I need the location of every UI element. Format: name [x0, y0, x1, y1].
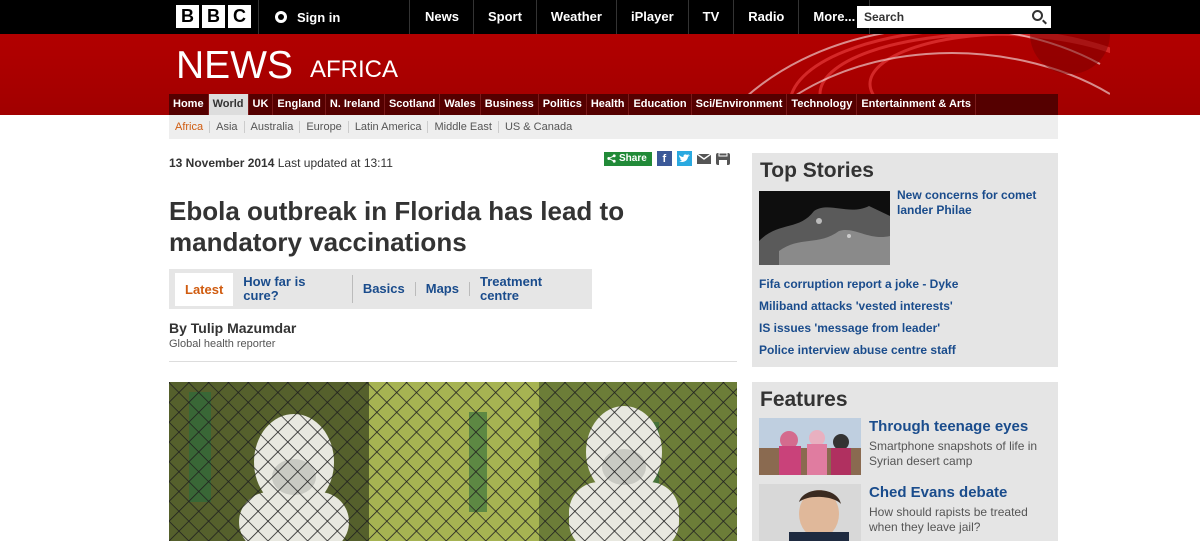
share-icon — [607, 154, 616, 163]
author-name: By Tulip Mazumdar — [169, 320, 297, 336]
section-nav: Home World UK England N. Ireland Scotlan… — [169, 94, 1058, 115]
secnav-england[interactable]: England — [273, 94, 326, 115]
nav-sport[interactable]: Sport — [474, 0, 537, 34]
top-story-link[interactable]: Miliband attacks 'vested interests' — [759, 298, 958, 320]
twitter-icon[interactable] — [676, 151, 692, 166]
secnav-home[interactable]: Home — [169, 94, 209, 115]
email-icon[interactable] — [696, 153, 711, 164]
comet-image — [759, 191, 890, 265]
tab-latest[interactable]: Latest — [175, 272, 234, 306]
top-stories-panel: Top Stories New concerns for comet lande… — [752, 153, 1058, 367]
feature-thumbnail — [759, 484, 861, 541]
features-title: Features — [760, 388, 848, 411]
last-updated: Last updated at 13:11 — [277, 156, 393, 170]
secnav-world[interactable]: World — [208, 94, 249, 115]
user-icon — [275, 11, 287, 23]
feature-title[interactable]: Through teenage eyes — [869, 418, 1028, 435]
hero-image — [169, 382, 737, 541]
share-tools: Share f — [604, 151, 730, 166]
subnav-asia[interactable]: Asia — [210, 121, 245, 133]
tab-basics[interactable]: Basics — [353, 282, 416, 296]
secnav-entertainment-arts[interactable]: Entertainment & Arts — [857, 94, 976, 115]
subnav-latin-america[interactable]: Latin America — [349, 121, 429, 133]
article-date: 13 November 2014 Last updated at 13:11 — [169, 156, 393, 170]
subnav-africa[interactable]: Africa — [169, 121, 211, 133]
top-story-link[interactable]: IS issues 'message from leader' — [759, 320, 958, 342]
share-label: Share — [619, 152, 647, 164]
secnav-n-ireland[interactable]: N. Ireland — [326, 94, 385, 115]
subnav-us-canada[interactable]: US & Canada — [499, 121, 578, 133]
subnav-europe[interactable]: Europe — [300, 121, 349, 133]
region-title: AFRICA — [310, 56, 399, 83]
search-icon[interactable] — [1032, 10, 1043, 21]
top-stories-list: Fifa corruption report a joke - Dyke Mil… — [759, 276, 958, 364]
global-top-bar: B B C Sign in News Sport Weather iPlayer… — [0, 0, 1200, 34]
top-stories-title: Top Stories — [760, 159, 874, 182]
feature-item[interactable]: Ched Evans debate How should rapists be … — [759, 484, 1051, 544]
search-box — [857, 6, 1051, 28]
features-panel: Features Through teenage eyes Smartphone… — [752, 382, 1058, 541]
secnav-technology[interactable]: Technology — [787, 94, 858, 115]
feature-title[interactable]: Ched Evans debate — [869, 484, 1007, 501]
top-story-link[interactable]: Police interview abuse centre staff — [759, 342, 958, 364]
region-subnav: Africa Asia Australia Europe Latin Ameri… — [169, 115, 1058, 139]
subnav-australia[interactable]: Australia — [245, 121, 301, 133]
feature-thumbnail — [759, 418, 861, 475]
logo-letter-c: C — [228, 5, 251, 28]
nav-weather[interactable]: Weather — [537, 0, 617, 34]
logo-letter-b1: B — [176, 5, 199, 28]
tab-maps[interactable]: Maps — [416, 282, 470, 296]
search-input[interactable] — [857, 6, 1017, 28]
feature-desc: Smartphone snapshots of life in Syrian d… — [869, 439, 1038, 468]
secnav-wales[interactable]: Wales — [440, 94, 481, 115]
top-story-thumbnail[interactable] — [759, 191, 890, 265]
story-tabs: Latest How far is cure? Basics Maps Trea… — [169, 269, 592, 309]
secnav-sci-environment[interactable]: Sci/Environment — [692, 94, 788, 115]
tab-treatment-centre[interactable]: Treatment centre — [470, 275, 592, 303]
hero-photo-illustration — [169, 382, 737, 541]
secnav-scotland[interactable]: Scotland — [385, 94, 441, 115]
top-story-lead-link[interactable]: New concerns for comet lander Philae — [897, 188, 1047, 218]
top-story-link[interactable]: Fifa corruption report a joke - Dyke — [759, 276, 958, 298]
author-role: Global health reporter — [169, 338, 276, 350]
share-button[interactable]: Share — [604, 151, 652, 166]
byline: By Tulip Mazumdar Global health reporter — [169, 320, 296, 350]
bbc-logo[interactable]: B B C — [176, 5, 251, 28]
nav-news[interactable]: News — [411, 0, 474, 34]
secnav-politics[interactable]: Politics — [539, 94, 587, 115]
secnav-education[interactable]: Education — [629, 94, 692, 115]
secnav-business[interactable]: Business — [481, 94, 539, 115]
logo-letter-b2: B — [202, 5, 225, 28]
signin-button[interactable]: Sign in — [258, 0, 410, 34]
secnav-uk[interactable]: UK — [249, 94, 274, 115]
tab-how-far-is-cure[interactable]: How far is cure? — [233, 275, 353, 303]
facebook-icon[interactable]: f — [656, 151, 672, 166]
print-icon[interactable] — [715, 152, 730, 165]
byline-divider — [169, 361, 737, 362]
publish-date: 13 November 2014 — [169, 156, 275, 170]
signin-label: Sign in — [297, 9, 341, 25]
secnav-health[interactable]: Health — [587, 94, 630, 115]
nav-radio[interactable]: Radio — [734, 0, 800, 34]
nav-tv[interactable]: TV — [689, 0, 735, 34]
news-wordmark[interactable]: NEWS — [176, 44, 293, 88]
global-nav: News Sport Weather iPlayer TV Radio More… — [411, 0, 871, 34]
article-headline: Ebola outbreak in Florida has lead to ma… — [169, 196, 625, 257]
feature-item[interactable]: Through teenage eyes Smartphone snapshot… — [759, 418, 1051, 478]
nav-iplayer[interactable]: iPlayer — [617, 0, 689, 34]
feature-desc: How should rapists be treated when they … — [869, 505, 1028, 534]
subnav-middle-east[interactable]: Middle East — [428, 121, 499, 133]
